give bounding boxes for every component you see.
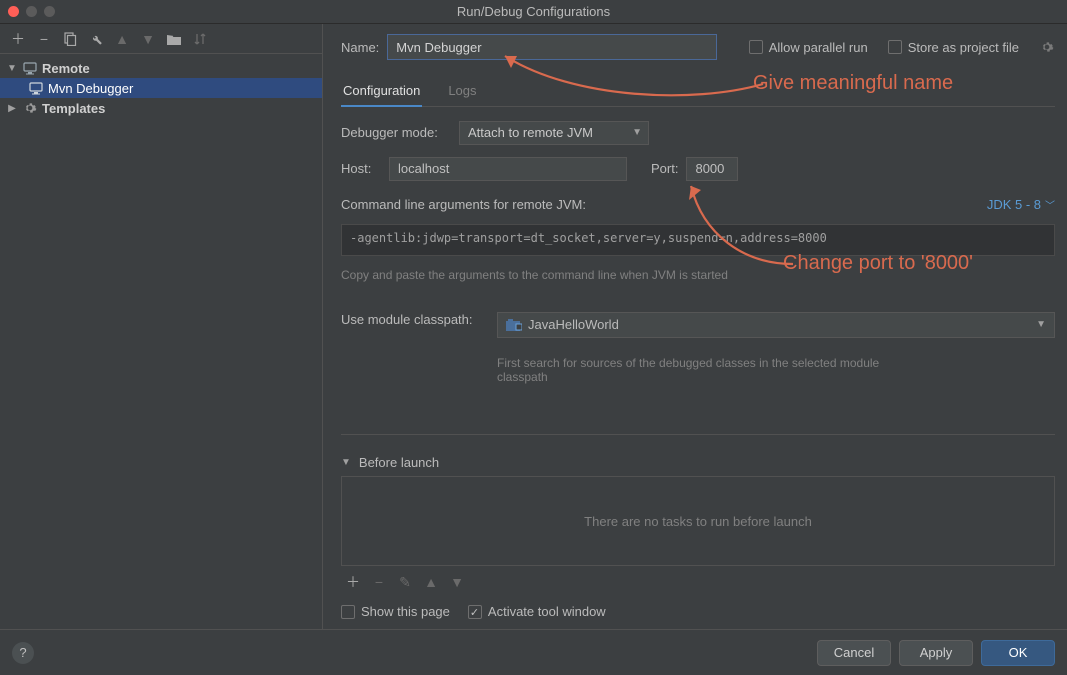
debugger-mode-label: Debugger mode: bbox=[341, 125, 451, 140]
activate-tool-window-label: Activate tool window bbox=[488, 604, 606, 619]
sidebar: ＋ − ▲ ▼ ▼ bbox=[0, 24, 323, 629]
add-icon[interactable]: ＋ bbox=[10, 31, 26, 47]
module-hint: First search for sources of the debugged… bbox=[497, 356, 897, 384]
remote-icon bbox=[22, 60, 38, 76]
chevron-down-icon: ﹀ bbox=[1045, 197, 1055, 212]
sort-icon[interactable] bbox=[192, 31, 208, 47]
titlebar: Run/Debug Configurations bbox=[0, 0, 1067, 24]
before-launch-toolbar: ＋ − ✎ ▲ ▼ bbox=[341, 566, 1055, 598]
checkbox-icon bbox=[888, 40, 902, 54]
tab-bar: Configuration Logs bbox=[341, 79, 1055, 107]
port-input[interactable] bbox=[686, 157, 738, 181]
main-panel: Name: Allow parallel run Store as projec… bbox=[323, 24, 1067, 629]
remote-icon bbox=[28, 80, 44, 96]
chevron-down-icon: ▼ bbox=[1036, 319, 1046, 330]
name-label: Name: bbox=[341, 40, 379, 55]
gear-icon[interactable] bbox=[1039, 39, 1055, 55]
folder-icon[interactable] bbox=[166, 31, 182, 47]
copy-icon[interactable] bbox=[62, 31, 78, 47]
store-project-checkbox[interactable]: Store as project file bbox=[888, 40, 1019, 55]
gear-icon bbox=[22, 100, 38, 116]
tree-node-templates[interactable]: ▶ Templates bbox=[0, 98, 322, 118]
tab-configuration[interactable]: Configuration bbox=[341, 79, 422, 106]
module-classpath-select[interactable]: JavaHelloWorld ▼ bbox=[497, 312, 1055, 338]
before-launch-title: Before launch bbox=[359, 455, 439, 470]
tree-node-mvn-debugger[interactable]: Mvn Debugger bbox=[0, 78, 322, 98]
down-icon: ▼ bbox=[140, 31, 156, 47]
up-icon: ▲ bbox=[114, 31, 130, 47]
cmd-args-box[interactable]: -agentlib:jdwp=transport=dt_socket,serve… bbox=[341, 224, 1055, 256]
allow-parallel-label: Allow parallel run bbox=[769, 40, 868, 55]
module-value: JavaHelloWorld bbox=[528, 317, 619, 332]
window-controls bbox=[8, 6, 55, 17]
cancel-button[interactable]: Cancel bbox=[817, 640, 891, 666]
before-launch-header[interactable]: ▼ Before launch bbox=[341, 449, 1055, 476]
host-label: Host: bbox=[341, 161, 381, 176]
help-button[interactable]: ? bbox=[12, 642, 34, 664]
store-project-label: Store as project file bbox=[908, 40, 1019, 55]
footer: ? Cancel Apply OK bbox=[0, 629, 1067, 675]
divider bbox=[341, 434, 1055, 435]
wrench-icon[interactable] bbox=[88, 31, 104, 47]
tab-logs[interactable]: Logs bbox=[446, 79, 478, 106]
expand-arrow-icon[interactable]: ▶ bbox=[6, 103, 18, 114]
config-tree: ▼ Remote Mvn Debugger ▶ bbox=[0, 54, 322, 629]
port-label: Port: bbox=[651, 161, 678, 176]
debugger-mode-value: Attach to remote JVM bbox=[468, 125, 593, 140]
cmd-args-label: Command line arguments for remote JVM: bbox=[341, 197, 586, 212]
down-icon: ▼ bbox=[449, 574, 465, 590]
module-icon bbox=[506, 319, 522, 331]
host-input[interactable] bbox=[389, 157, 627, 181]
close-window-icon[interactable] bbox=[8, 6, 19, 17]
tree-label: Remote bbox=[42, 61, 90, 76]
tree-label: Mvn Debugger bbox=[48, 81, 133, 96]
allow-parallel-checkbox[interactable]: Allow parallel run bbox=[749, 40, 868, 55]
checkbox-icon bbox=[749, 40, 763, 54]
module-classpath-label: Use module classpath: bbox=[341, 312, 487, 327]
remove-icon[interactable]: − bbox=[36, 31, 52, 47]
show-this-page-label: Show this page bbox=[361, 604, 450, 619]
edit-icon: ✎ bbox=[397, 574, 413, 590]
show-this-page-checkbox[interactable]: Show this page bbox=[341, 604, 450, 619]
checkbox-icon bbox=[468, 605, 482, 619]
add-icon[interactable]: ＋ bbox=[345, 574, 361, 590]
jdk-link[interactable]: JDK 5 - 8 bbox=[987, 197, 1041, 212]
window-title: Run/Debug Configurations bbox=[457, 4, 610, 19]
expand-arrow-icon[interactable]: ▼ bbox=[6, 63, 18, 74]
remove-icon: − bbox=[371, 574, 387, 590]
minimize-window-icon[interactable] bbox=[26, 6, 37, 17]
cmd-hint: Copy and paste the arguments to the comm… bbox=[341, 268, 1055, 282]
before-launch-empty: There are no tasks to run before launch bbox=[584, 514, 812, 529]
chevron-down-icon: ▼ bbox=[632, 127, 642, 138]
tree-label: Templates bbox=[42, 101, 105, 116]
sidebar-toolbar: ＋ − ▲ ▼ bbox=[0, 24, 322, 54]
name-input[interactable] bbox=[387, 34, 717, 60]
checkbox-icon bbox=[341, 605, 355, 619]
apply-button[interactable]: Apply bbox=[899, 640, 973, 666]
before-launch-list: There are no tasks to run before launch bbox=[341, 476, 1055, 566]
expand-arrow-icon: ▼ bbox=[341, 457, 351, 468]
activate-tool-window-checkbox[interactable]: Activate tool window bbox=[468, 604, 606, 619]
zoom-window-icon[interactable] bbox=[44, 6, 55, 17]
up-icon: ▲ bbox=[423, 574, 439, 590]
debugger-mode-select[interactable]: Attach to remote JVM ▼ bbox=[459, 121, 649, 145]
tree-node-remote[interactable]: ▼ Remote bbox=[0, 58, 322, 78]
ok-button[interactable]: OK bbox=[981, 640, 1055, 666]
